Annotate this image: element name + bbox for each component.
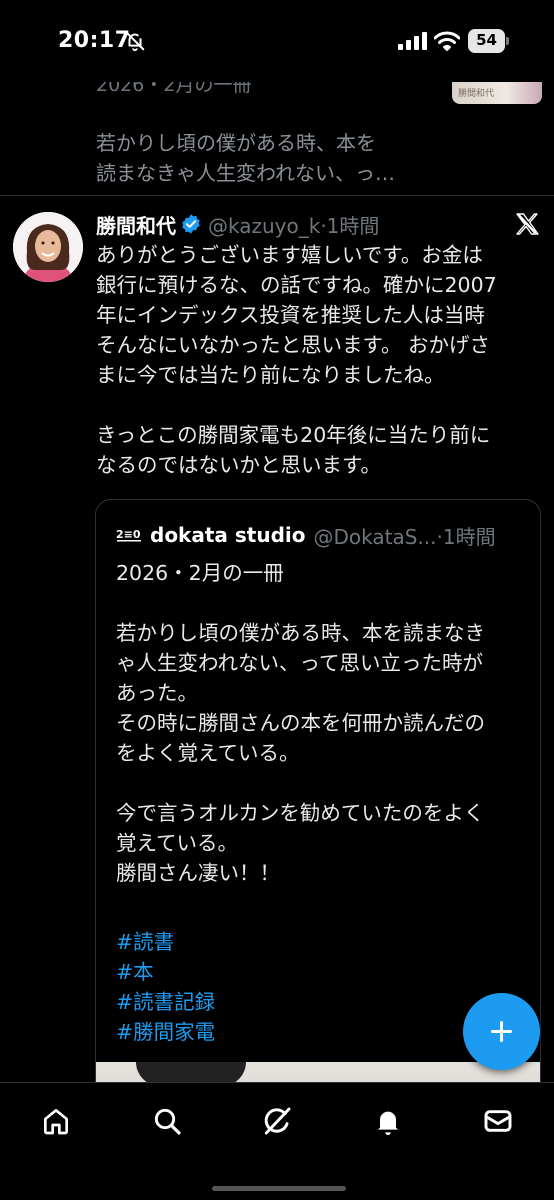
hashtag-link[interactable]: #本 bbox=[116, 957, 215, 987]
quoted-tweet-header: 2≡0 dokata studio @DokataS...·1時間 bbox=[116, 520, 496, 550]
thumbnail-caption: 勝間和代 bbox=[458, 89, 495, 99]
battery-level: 54 bbox=[476, 31, 497, 49]
quoted-tweet-body: 2026・2月の一冊 若かりし頃の僕がある時、本を読まなき ゃ人生変われない、っ… bbox=[116, 561, 485, 885]
tweet-header: 勝間和代 @kazuyo_k·1時間 bbox=[96, 209, 379, 239]
home-icon bbox=[44, 1109, 68, 1135]
hashtag-list: #読書 #本 #読書記録 #勝間家電 bbox=[116, 927, 215, 1047]
nav-home[interactable] bbox=[36, 1101, 76, 1141]
bottom-navigation bbox=[0, 1082, 554, 1200]
previous-tweet-thumbnail[interactable]: 勝間和代 bbox=[452, 82, 542, 104]
nav-notifications[interactable] bbox=[368, 1101, 408, 1141]
nav-search[interactable] bbox=[147, 1101, 187, 1141]
hashtag-link[interactable]: #勝間家電 bbox=[116, 1017, 215, 1047]
nav-grok[interactable] bbox=[257, 1101, 297, 1141]
compose-button[interactable] bbox=[463, 993, 540, 1070]
status-bar: 20:17 54 bbox=[0, 0, 554, 82]
quoted-author-name[interactable]: dokata studio bbox=[150, 523, 306, 547]
messages-icon bbox=[484, 1110, 512, 1132]
grok-icon bbox=[264, 1107, 291, 1135]
svg-text:2≡0: 2≡0 bbox=[116, 528, 141, 541]
author-handle-time[interactable]: @kazuyo_k·1時間 bbox=[208, 210, 379, 239]
search-icon bbox=[154, 1108, 181, 1135]
previous-tweet-body: 若かりし頃の僕がある時、本を 読まなきゃ人生変われない、っ… bbox=[96, 131, 395, 185]
verified-badge-icon bbox=[182, 214, 200, 234]
battery-indicator: 54 bbox=[468, 29, 510, 53]
notifications-icon bbox=[378, 1111, 398, 1135]
author-name[interactable]: 勝間和代 bbox=[96, 210, 176, 239]
home-indicator bbox=[212, 1186, 346, 1191]
bell-off-icon bbox=[125, 31, 145, 52]
avatar[interactable] bbox=[13, 212, 83, 282]
hashtag-link[interactable]: #読書記録 bbox=[116, 987, 215, 1017]
hashtag-link[interactable]: #読書 bbox=[116, 927, 215, 957]
quoted-author-handle-time[interactable]: @DokataS...·1時間 bbox=[314, 521, 496, 550]
wifi-icon bbox=[434, 31, 460, 51]
dokata-studio-logo-icon: 2≡0 bbox=[116, 528, 141, 542]
nav-messages[interactable] bbox=[478, 1101, 518, 1141]
cellular-signal-icon bbox=[398, 32, 427, 50]
tweet-body: ありがとうございます嬉しいです。お金は 銀行に預けるな、の話ですね。確かに200… bbox=[96, 243, 497, 477]
previous-tweet[interactable]: 2026・2月の一冊 勝間和代 若かりし頃の僕がある時、本を 読まなきゃ人生変わ… bbox=[0, 74, 554, 196]
x-logo-icon bbox=[516, 213, 539, 235]
status-time: 20:17 bbox=[58, 28, 131, 53]
